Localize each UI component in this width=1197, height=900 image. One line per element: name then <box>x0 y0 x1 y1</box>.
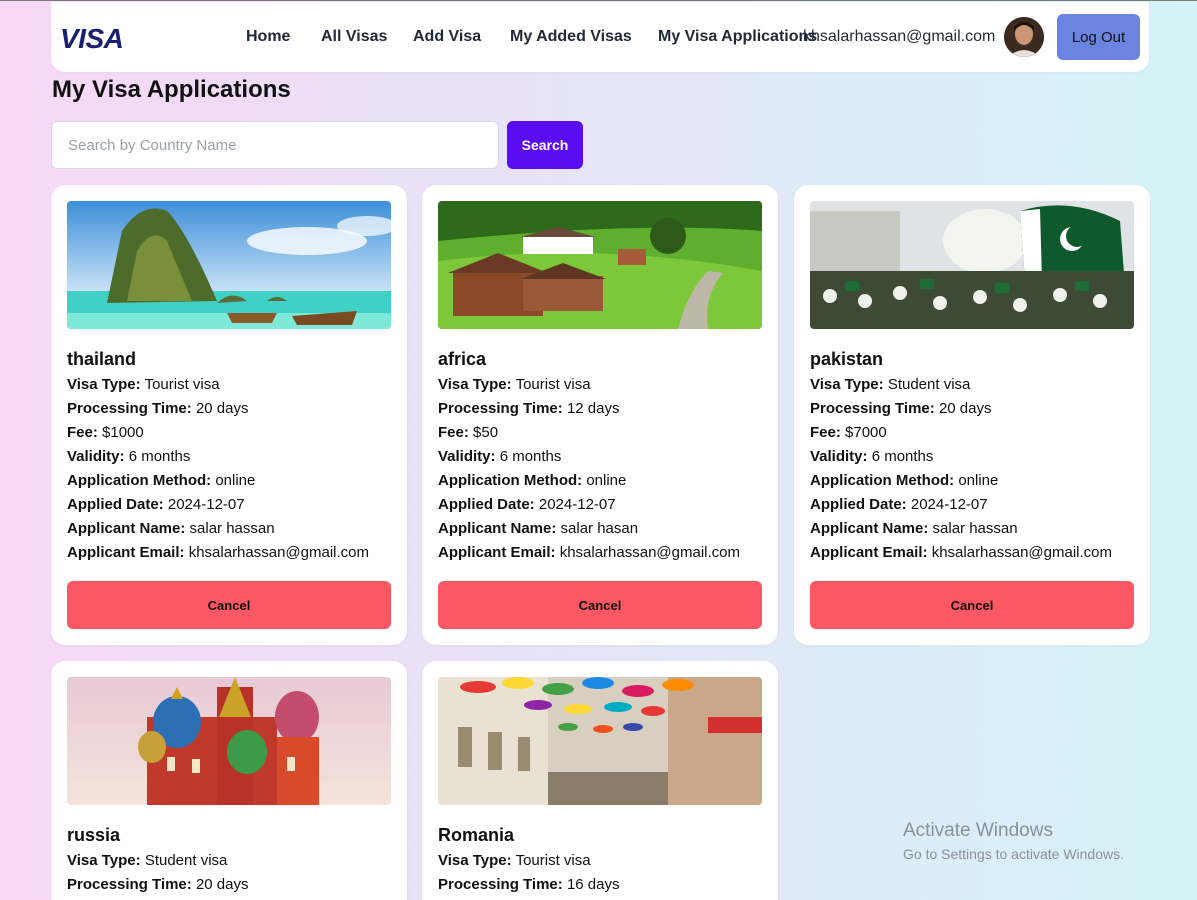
visa-type-field: Visa Type: Tourist visa <box>67 376 220 393</box>
visa-type-field: Visa Type: Tourist visa <box>438 376 591 393</box>
cancel-button[interactable]: Cancel <box>67 581 391 629</box>
application-card: russia Visa Type: Student visa Processin… <box>51 661 407 900</box>
validity-field: Validity: 6 months <box>438 448 562 465</box>
applied-date-field: Applied Date: 2024-12-07 <box>438 496 616 513</box>
applicant-name-field: Applicant Name: salar hasan <box>438 520 639 537</box>
page-title: My Visa Applications <box>52 76 291 103</box>
visa-logo[interactable]: VISA <box>60 23 124 55</box>
processing-time-field: Processing Time: 20 days <box>67 876 249 893</box>
country-name: Romania <box>438 825 515 845</box>
country-name: russia <box>67 825 121 845</box>
processing-time-field: Processing Time: 20 days <box>810 400 992 417</box>
search-input[interactable] <box>51 121 499 169</box>
search-button[interactable]: Search <box>507 121 583 169</box>
applied-date-field: Applied Date: 2024-12-07 <box>67 496 245 513</box>
application-card: pakistan Visa Type: Student visa Process… <box>794 185 1150 645</box>
watermark-subtitle: Go to Settings to activate Windows. <box>903 846 1124 862</box>
validity-field: Validity: 6 months <box>810 448 934 465</box>
watermark-title: Activate Windows <box>903 820 1053 841</box>
applicant-name-field: Applicant Name: salar hassan <box>810 520 1018 537</box>
applied-date-field: Applied Date: 2024-12-07 <box>810 496 988 513</box>
processing-time-field: Processing Time: 20 days <box>67 400 249 417</box>
avatar[interactable] <box>1004 17 1044 57</box>
country-image <box>67 201 391 329</box>
country-image <box>438 201 762 329</box>
activate-windows-watermark: Activate Windows Go to Settings to activ… <box>903 820 1124 862</box>
application-card: thailand Visa Type: Tourist visa Process… <box>51 185 407 645</box>
fee-field: Fee: $50 <box>438 424 499 441</box>
window-top-border <box>0 0 1197 1</box>
visa-type-field: Visa Type: Tourist visa <box>438 852 591 869</box>
country-name: thailand <box>67 349 137 369</box>
application-method-field: Application Method: online <box>67 472 256 489</box>
applicant-email-field: Applicant Email: khsalarhassan@gmail.com <box>438 544 741 561</box>
logout-button[interactable]: Log Out <box>1057 14 1140 60</box>
validity-field: Validity: 6 months <box>67 448 191 465</box>
applicant-email-field: Applicant Email: khsalarhassan@gmail.com <box>810 544 1113 561</box>
processing-time-field: Processing Time: 12 days <box>438 400 620 417</box>
application-card: Romania Visa Type: Tourist visa Processi… <box>422 661 778 900</box>
nav-link-add-visa[interactable]: Add Visa <box>413 28 481 46</box>
nav-link-home[interactable]: Home <box>246 28 290 46</box>
user-email: khsalarhassan@gmail.com <box>803 28 996 45</box>
cancel-button[interactable]: Cancel <box>810 581 1134 629</box>
nav-link-my-added-visas[interactable]: My Added Visas <box>510 28 632 46</box>
application-method-field: Application Method: online <box>438 472 627 489</box>
country-name: africa <box>438 349 487 369</box>
applicant-name-field: Applicant Name: salar hassan <box>67 520 275 537</box>
visa-type-field: Visa Type: Student visa <box>67 852 228 869</box>
nav-link-all-visas[interactable]: All Visas <box>321 28 387 46</box>
cancel-button[interactable]: Cancel <box>438 581 762 629</box>
application-method-field: Application Method: online <box>810 472 999 489</box>
nav-link-my-visa-applications[interactable]: My Visa Applications <box>658 28 817 46</box>
country-image <box>67 677 391 805</box>
application-card: africa Visa Type: Tourist visa Processin… <box>422 185 778 645</box>
country-image <box>438 677 762 805</box>
processing-time-field: Processing Time: 16 days <box>438 876 620 893</box>
country-image <box>810 201 1134 329</box>
navbar: VISA Home All Visas Add Visa My Added Vi… <box>51 2 1149 72</box>
applicant-email-field: Applicant Email: khsalarhassan@gmail.com <box>67 544 370 561</box>
fee-field: Fee: $7000 <box>810 424 887 441</box>
country-name: pakistan <box>810 349 884 369</box>
visa-type-field: Visa Type: Student visa <box>810 376 971 393</box>
fee-field: Fee: $1000 <box>67 424 144 441</box>
